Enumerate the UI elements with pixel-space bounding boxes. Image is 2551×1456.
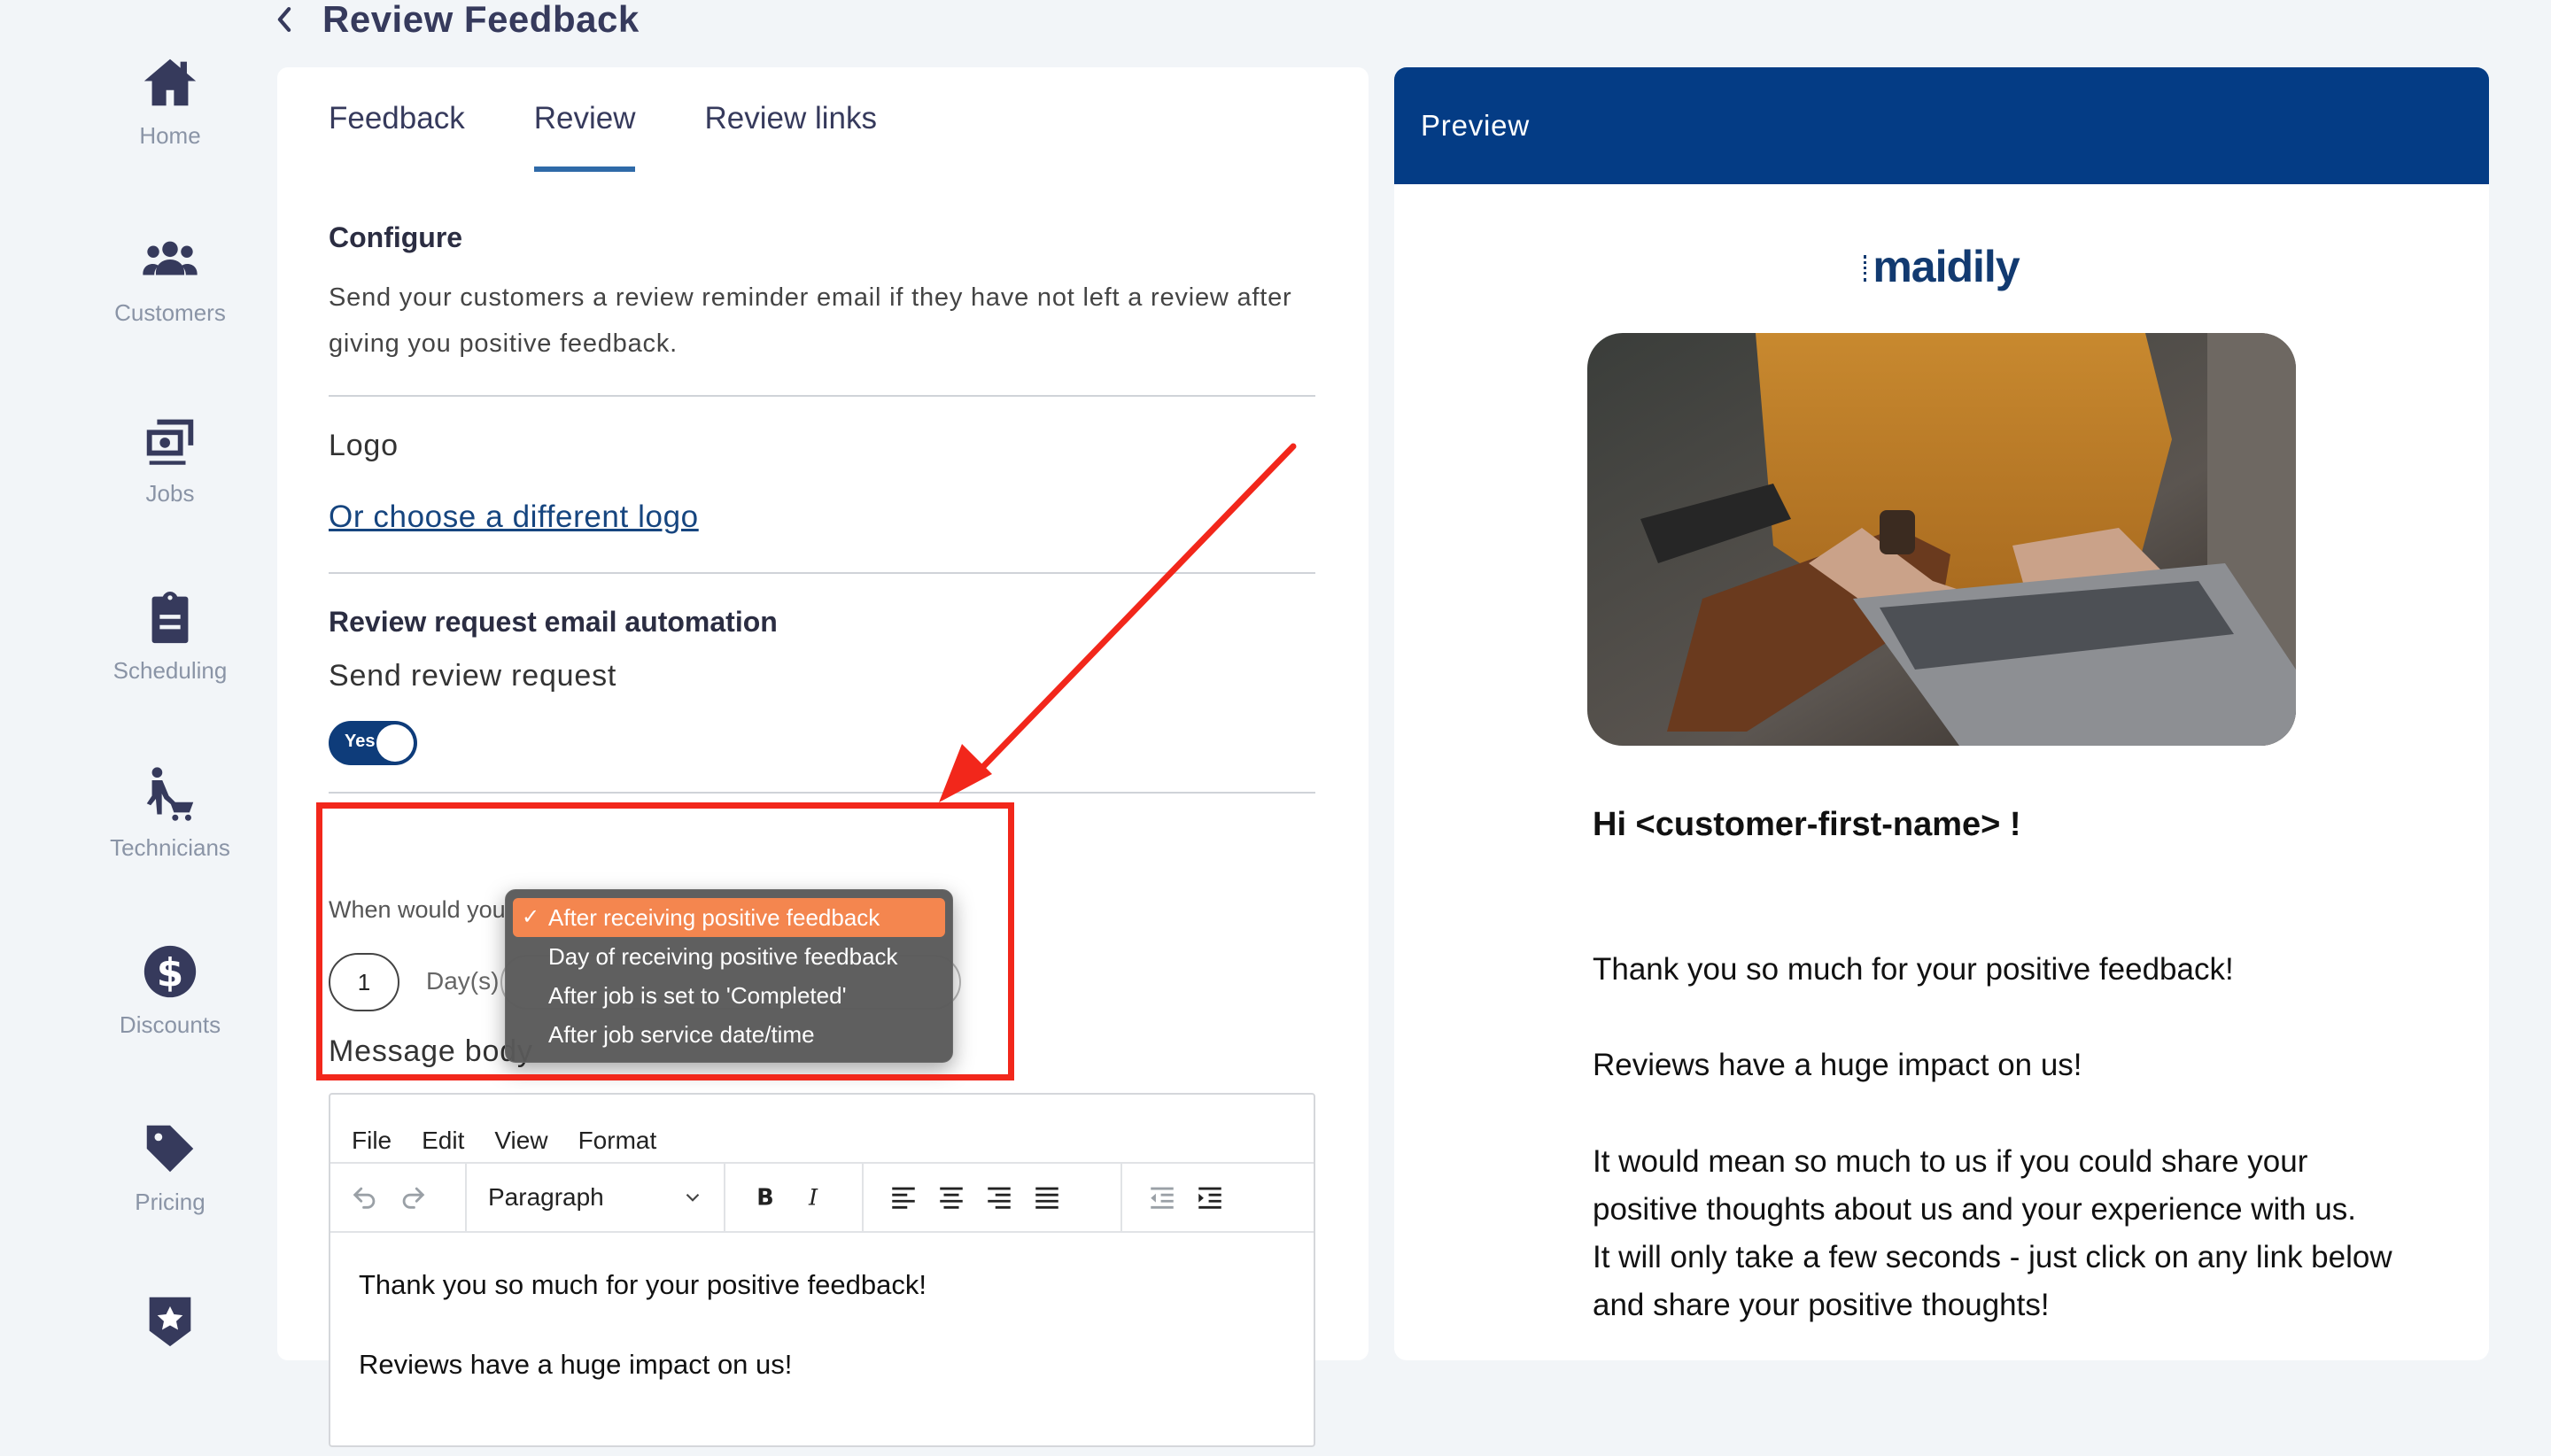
customers-icon — [139, 228, 201, 290]
block-format-select[interactable]: Paragraph — [483, 1183, 704, 1212]
tab-feedback[interactable]: Feedback — [329, 94, 465, 172]
divider — [329, 792, 1315, 794]
align-right-button[interactable] — [975, 1173, 1023, 1221]
annotation-highlight-box — [316, 802, 1014, 1080]
divider — [329, 572, 1315, 574]
block-format-value: Paragraph — [488, 1183, 604, 1211]
brand-name: maidily — [1873, 242, 2020, 291]
outdent-icon — [1151, 1187, 1174, 1209]
sidebar-item-label: Pricing — [135, 1189, 205, 1215]
preview-line: It will only take a few seconds - just c… — [1593, 1240, 2392, 1274]
redo-icon — [402, 1187, 425, 1209]
alignment-group — [864, 1164, 1122, 1231]
clipboard-icon — [139, 586, 201, 648]
menu-edit[interactable]: Edit — [422, 1127, 464, 1155]
automation-title: Review request email automation — [329, 606, 778, 638]
editor-paragraph: Reviews have a huge impact on us! — [359, 1349, 793, 1380]
email-preview-panel: Preview maidily Hi <customer-first-name>… — [1394, 67, 2489, 1360]
preview-greeting: Hi <customer-first-name> ! — [1593, 806, 2021, 843]
page-title: Review Feedback — [322, 0, 640, 40]
align-center-button[interactable] — [927, 1173, 975, 1221]
configure-description-line2: giving you positive feedback. — [329, 329, 678, 358]
history-group — [330, 1164, 467, 1231]
indent-group — [1122, 1164, 1250, 1231]
align-left-button[interactable] — [880, 1173, 927, 1221]
jobs-icon — [139, 409, 201, 471]
brand-logo: maidily — [1394, 241, 2489, 292]
justify-button[interactable] — [1023, 1173, 1071, 1221]
divider — [329, 395, 1315, 397]
sidebar-item-label: Scheduling — [112, 657, 228, 684]
hero-image — [1587, 333, 2296, 746]
bold-button[interactable]: B — [741, 1173, 789, 1221]
svg-text:$: $ — [157, 950, 183, 995]
technician-icon — [139, 763, 201, 825]
undo-icon — [353, 1187, 376, 1209]
tag-icon — [139, 1118, 201, 1180]
editor-paragraph: Thank you so much for your positive feed… — [359, 1269, 927, 1300]
preview-line: and share your positive thoughts! — [1593, 1288, 2050, 1322]
align-right-icon — [988, 1187, 1011, 1209]
back-chevron-icon[interactable] — [273, 4, 296, 35]
rich-text-editor: File Edit View Format Paragraph B I Than… — [329, 1093, 1315, 1447]
chevron-down-icon — [686, 1193, 700, 1202]
svg-text:I: I — [808, 1185, 818, 1212]
bold-icon: B — [756, 1185, 773, 1212]
text-style-group: B I — [725, 1164, 864, 1231]
italic-icon: I — [808, 1185, 818, 1212]
logo-label: Logo — [329, 429, 399, 462]
editor-menubar: File Edit View Format — [330, 1095, 1314, 1164]
toggle-knob — [376, 724, 414, 762]
sidebar-item-label: Discounts — [119, 1011, 221, 1038]
preview-line: positive thoughts about us and your expe… — [1593, 1192, 2356, 1227]
menu-file[interactable]: File — [352, 1127, 392, 1155]
preview-line: It would mean so much to us if you could… — [1593, 1144, 2308, 1179]
indent-icon — [1198, 1187, 1221, 1209]
menu-view[interactable]: View — [494, 1127, 547, 1155]
redo-button[interactable] — [389, 1173, 437, 1221]
justify-icon — [1035, 1187, 1058, 1209]
italic-button[interactable]: I — [789, 1173, 837, 1221]
block-format-group: Paragraph — [467, 1164, 725, 1231]
outdent-button[interactable] — [1138, 1173, 1186, 1221]
star-badge-icon — [139, 1289, 201, 1351]
indent-button[interactable] — [1186, 1173, 1234, 1221]
configure-description-line1: Send your customers a review reminder em… — [329, 283, 1292, 312]
sidebar-item-label: Technicians — [110, 834, 230, 861]
svg-text:B: B — [756, 1185, 773, 1212]
preview-line: Reviews have a huge impact on us! — [1593, 1048, 2082, 1082]
align-left-icon — [892, 1187, 915, 1209]
undo-button[interactable] — [341, 1173, 389, 1221]
toggle-text: Yes — [345, 732, 376, 751]
editor-content[interactable]: Thank you so much for your positive feed… — [330, 1233, 1314, 1456]
page-header: Review Feedback — [273, 0, 640, 40]
settings-panel: Feedback Review Review links Configure S… — [277, 67, 1369, 1447]
tab-review[interactable]: Review — [533, 94, 635, 172]
sidebar-item-label: Jobs — [145, 480, 195, 507]
dollar-icon: $ — [139, 941, 201, 1003]
tab-review-links[interactable]: Review links — [704, 94, 877, 172]
laptop-photo-icon — [1587, 333, 2296, 746]
configure-title: Configure — [329, 221, 463, 253]
logo-dots-icon — [1864, 255, 1871, 282]
preview-header: Preview — [1394, 67, 2489, 184]
home-icon — [139, 51, 201, 113]
sidebar-item-label: Home — [139, 122, 201, 149]
tab-bar: Feedback Review Review links — [329, 94, 946, 172]
editor-toolbar: Paragraph B I — [330, 1164, 1314, 1233]
send-review-label: Send review request — [329, 659, 617, 693]
choose-logo-link[interactable]: Or choose a different logo — [329, 500, 699, 535]
menu-format[interactable]: Format — [578, 1127, 657, 1155]
send-review-toggle[interactable]: Yes — [329, 721, 417, 765]
sidebar: Home Customers Jobs Scheduling Technicia… — [0, 0, 266, 1351]
align-center-icon — [940, 1187, 963, 1209]
preview-line: Thank you so much for your positive feed… — [1593, 952, 2234, 987]
sidebar-item-label: Customers — [114, 299, 226, 326]
